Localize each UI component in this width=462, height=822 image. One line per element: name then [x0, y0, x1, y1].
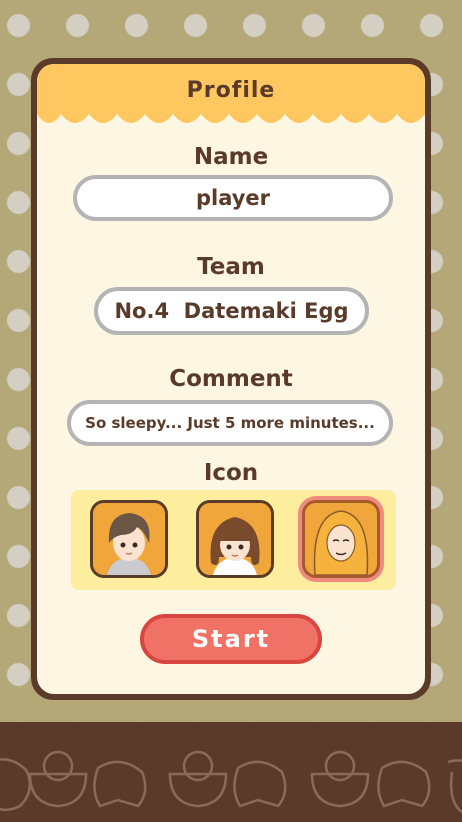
team-field[interactable]: No.4 Datemaki Egg — [94, 287, 369, 335]
icon-selector — [71, 490, 396, 590]
profile-header: Profile — [37, 64, 425, 130]
boy-avatar-icon[interactable] — [90, 500, 168, 578]
profile-card: Profile Name player Team No.4 Datemaki E… — [31, 58, 431, 700]
comment-field[interactable]: So sleepy... Just 5 more minutes... — [67, 400, 393, 446]
icon-label: Icon — [203, 460, 259, 486]
profile-title: Profile — [186, 78, 276, 103]
profile-card-body: Profile Name player Team No.4 Datemaki E… — [37, 64, 425, 694]
start-button[interactable]: Start — [140, 614, 322, 664]
name-field[interactable]: player — [73, 175, 393, 221]
girl-avatar-icon[interactable] — [196, 500, 274, 578]
name-label: Name — [193, 144, 269, 170]
team-label: Team — [197, 254, 265, 280]
comment-label: Comment — [169, 366, 293, 392]
egg-hood-avatar-icon[interactable] — [302, 500, 380, 578]
bottom-egg-pattern — [0, 722, 462, 822]
